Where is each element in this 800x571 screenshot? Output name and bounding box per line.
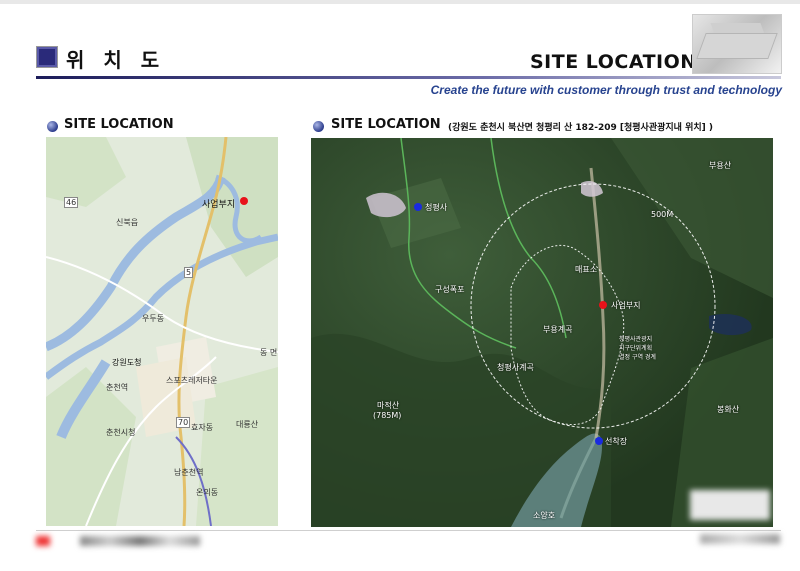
- bullet-icon: [313, 121, 324, 132]
- label-buyongsan: 부용산: [709, 161, 732, 170]
- header-divider: [36, 76, 781, 79]
- label-cheongpyeongsa: 청평사: [425, 203, 448, 212]
- map-label-daeryong: 대룡산: [236, 420, 259, 429]
- left-section-title: SITE LOCATION: [64, 117, 174, 132]
- label-note-2: 지구단위계획: [619, 345, 653, 352]
- satellite-map[interactable]: 청평사 구성폭포 청평사계곡 매표소 사업부지 부용계곡 청평사관광지 지구단위…: [311, 138, 773, 527]
- map-label-hyoja: 효자동: [191, 423, 214, 432]
- road-sign-5: 5: [184, 267, 194, 278]
- label-pier: 선착장: [605, 437, 628, 446]
- label-machuksan: 마적산: [377, 401, 400, 410]
- map-label-east: 동 면: [260, 348, 278, 357]
- footer-logo-mark: [36, 536, 50, 546]
- map-label-city-hall: 춘천시청: [106, 428, 136, 437]
- footer-right-blur: [690, 490, 770, 520]
- site-label: 사업부지: [202, 200, 236, 210]
- site-address: (강원도 춘천시 북산면 청평리 산 182-209 [청평사관광지내 위치] …: [448, 123, 713, 133]
- road-map-graphic: [46, 137, 278, 526]
- label-site: 사업부지: [611, 301, 641, 310]
- label-radius: 500M: [651, 210, 674, 219]
- satellite-map-graphic: [311, 138, 773, 527]
- page-title-korean: 위 치 도: [66, 48, 166, 72]
- label-note-3: 결정 구역 경계: [619, 354, 656, 361]
- header-building-image: [692, 14, 782, 74]
- label-soyangho: 소양호: [533, 511, 556, 520]
- map-label-sinbuk: 신북읍: [116, 218, 139, 227]
- label-bonghwasan: 봉화산: [717, 405, 740, 414]
- right-section-title: SITE LOCATION: [331, 117, 441, 132]
- label-machuksan-height: (785M): [373, 411, 402, 420]
- footer-company-text: [80, 536, 200, 546]
- map-label-onui: 온의동: [196, 488, 219, 497]
- map-label-sports: 스포츠레저타운: [166, 376, 218, 385]
- road-sign-46: 46: [64, 197, 79, 208]
- page-title: SITE LOCATION: [530, 51, 697, 73]
- bullet-icon: [47, 121, 58, 132]
- map-label-chuncheon-station: 춘천역: [106, 383, 129, 392]
- label-ticket-office: 매표소: [575, 265, 598, 274]
- map-label-provincial-office: 강원도청: [112, 358, 142, 367]
- map-label-namchuncheon: 남춘천역: [174, 468, 204, 477]
- road-sign-70: 70: [176, 417, 191, 428]
- footer-divider: [36, 530, 781, 531]
- top-frame-bar: [0, 0, 800, 4]
- section-square-icon: [36, 46, 58, 68]
- road-map[interactable]: 사업부지 신북읍 강원도청 스포츠레저타운 우두동 동 면 춘천역 남춘천역 대…: [46, 137, 278, 526]
- label-guseong-waterfall: 구성폭포: [435, 285, 465, 294]
- company-tagline: Create the future with customer through …: [430, 83, 782, 97]
- label-cheongpyeong-valley: 청평사계곡: [497, 363, 534, 372]
- footer-page-info: [700, 534, 780, 544]
- map-label-woodu: 우두동: [142, 314, 165, 323]
- label-note-1: 청평사관광지: [619, 336, 653, 343]
- label-buyong-valley: 부용계곡: [543, 325, 573, 334]
